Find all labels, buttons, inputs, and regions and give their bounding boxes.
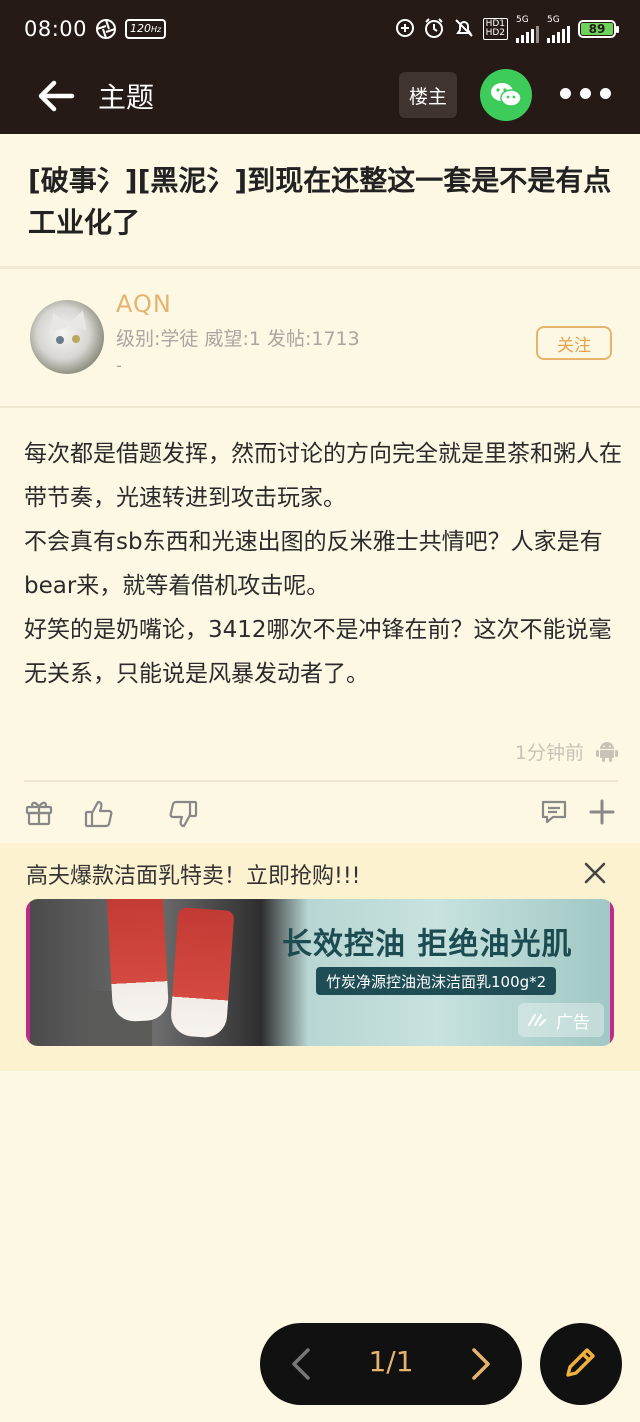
post-content: 每次都是借题发挥，然而讨论的方向完全就是里茶和粥人在带节奏，光速转进到攻击玩家。… bbox=[24, 432, 624, 696]
alarm-icon bbox=[423, 17, 445, 42]
ad-product-image bbox=[106, 899, 170, 1023]
ad-logo-icon bbox=[528, 1014, 546, 1026]
edit-reply-button[interactable] bbox=[540, 1323, 622, 1405]
battery-icon: 89 bbox=[578, 20, 619, 38]
follow-button[interactable]: 关注 bbox=[536, 326, 612, 360]
pager: 1/1 bbox=[260, 1323, 522, 1405]
top-bar: 08:00 120Hz HD1 HD2 5G 5G 89 主题 楼主 bbox=[0, 0, 640, 134]
signal-1: 5G bbox=[516, 15, 539, 43]
android-icon bbox=[596, 740, 618, 762]
content-paragraph: 不会真有sb东西和光速出图的反米雅士共情吧？人家是有bear来，就等着借机攻击呢… bbox=[24, 529, 603, 599]
data-saver-icon bbox=[395, 18, 415, 41]
avatar[interactable] bbox=[30, 300, 104, 374]
author-meta: 级别:学徒 威望:1 发帖:1713 bbox=[116, 328, 360, 350]
thumbs-up-icon[interactable] bbox=[84, 799, 114, 829]
post-time: 1分钟前 bbox=[514, 742, 584, 764]
mute-bell-icon bbox=[453, 17, 475, 42]
plus-icon[interactable] bbox=[588, 798, 618, 828]
status-time: 08:00 bbox=[24, 17, 88, 41]
content-paragraph: 每次都是借题发挥，然而讨论的方向完全就是里茶和粥人在带节奏，光速转进到攻击玩家。 bbox=[24, 441, 622, 511]
signal-bars-icon bbox=[516, 25, 539, 43]
close-icon[interactable] bbox=[582, 860, 608, 886]
signal-2: 5G bbox=[547, 15, 570, 43]
status-right: HD1 HD2 5G 5G 89 bbox=[395, 15, 619, 43]
author-signature: - bbox=[116, 356, 122, 375]
louzhu-button[interactable]: 楼主 bbox=[399, 72, 457, 118]
more-dots-icon[interactable] bbox=[560, 88, 611, 99]
signal-bars-icon bbox=[547, 25, 570, 43]
refresh-rate-badge: 120Hz bbox=[125, 19, 167, 39]
divider bbox=[0, 406, 640, 408]
post-title: [破事氵][黑泥氵]到现在还整这一套是不是有点工业化了 bbox=[28, 164, 612, 239]
chevron-right-icon[interactable] bbox=[468, 1347, 494, 1381]
hd-badge: HD1 HD2 bbox=[482, 18, 508, 40]
ad-title[interactable]: 高夫爆款洁面乳特卖！立即抢购!!! bbox=[26, 858, 360, 890]
page-title: 主题 bbox=[98, 81, 155, 114]
aperture-icon bbox=[95, 18, 117, 40]
gift-icon[interactable] bbox=[24, 797, 54, 827]
ad-tag: 广告 bbox=[518, 1003, 604, 1037]
thumbs-down-icon[interactable] bbox=[168, 799, 198, 829]
arrow-left-icon[interactable] bbox=[36, 78, 76, 114]
status-bar: 08:00 120Hz HD1 HD2 5G 5G 89 bbox=[0, 0, 640, 58]
divider bbox=[24, 780, 618, 782]
nav-header: 主题 楼主 bbox=[0, 58, 640, 134]
author-name[interactable]: AQN bbox=[116, 290, 172, 318]
content-paragraph: 好笑的是奶嘴论，3412哪次不是冲锋在前？这次不能说毫无关系，只能说是风暴发动者… bbox=[24, 617, 612, 687]
pencil-icon bbox=[562, 1343, 600, 1385]
divider bbox=[0, 266, 640, 269]
ad-banner[interactable]: 长效控油 拒绝油光肌 竹炭净源控油泡沫洁面乳100g*2 广告 bbox=[26, 899, 614, 1046]
ad-headline: 长效控油 拒绝油光肌 bbox=[282, 927, 573, 962]
comment-icon[interactable] bbox=[540, 798, 570, 828]
ad-product-image bbox=[169, 907, 235, 1039]
ad-subline: 竹炭净源控油泡沫洁面乳100g*2 bbox=[316, 967, 557, 995]
wechat-icon[interactable] bbox=[480, 69, 532, 121]
